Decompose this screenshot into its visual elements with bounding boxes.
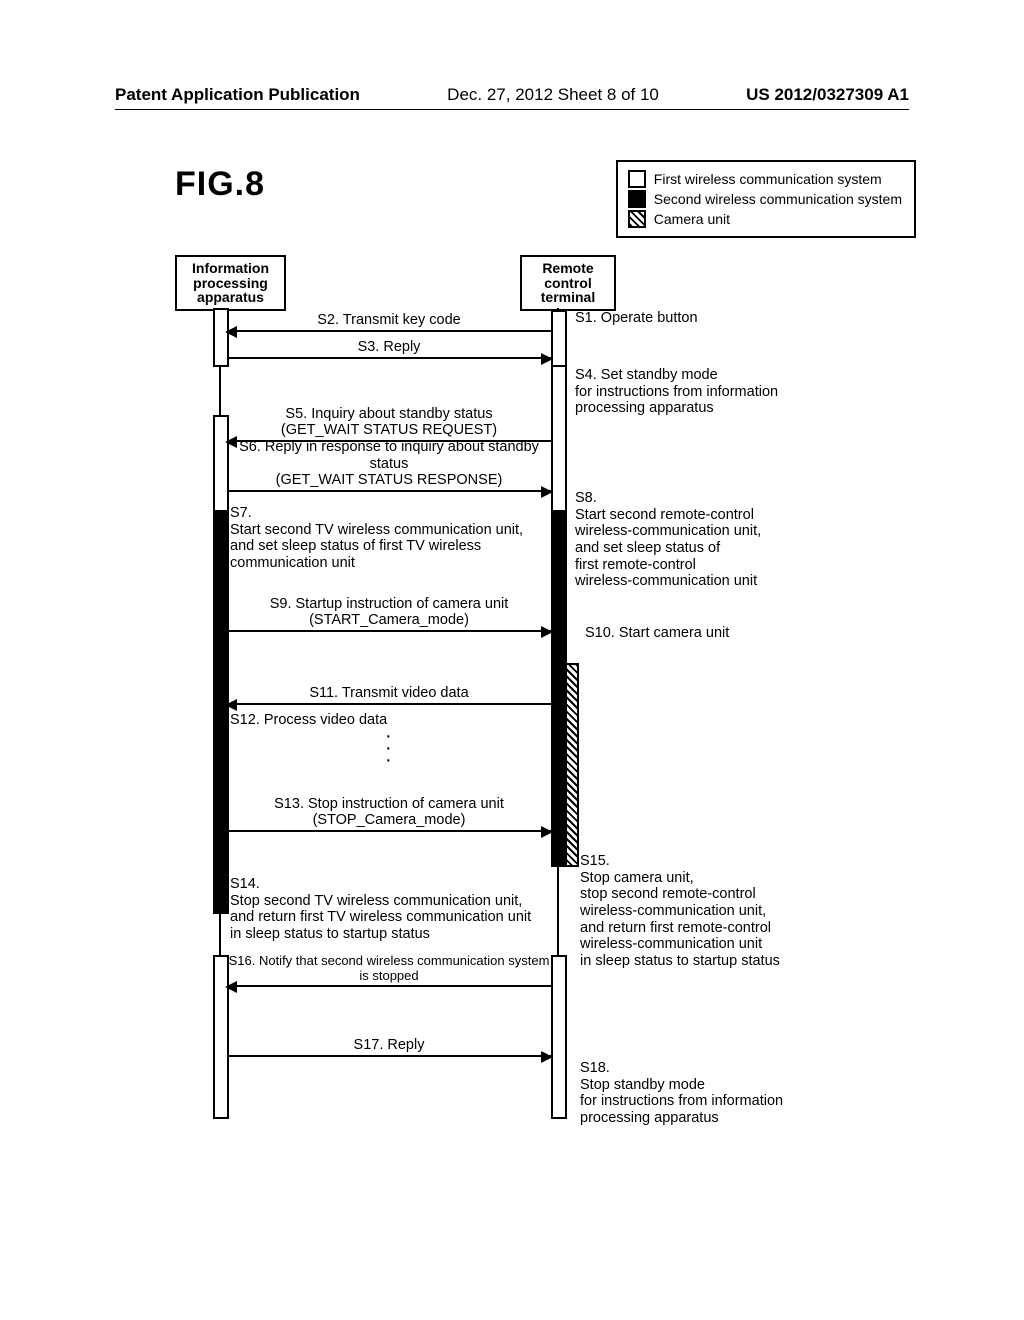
label-s11: S11. Transmit video data [227, 685, 551, 702]
bar-rct-second-2 [551, 663, 567, 867]
arrow-s3: S3. Reply [227, 357, 551, 359]
arrow-s11: S11. Transmit video data [227, 703, 551, 705]
note-s18: S18. Stop standby mode for instructions … [580, 1060, 830, 1127]
label-s6: S6. Reply in response to inquiry about s… [227, 439, 551, 489]
arrow-s17: S17. Reply [227, 1055, 551, 1057]
label-s16: S16. Notify that second wireless communi… [227, 954, 551, 984]
ellipsis-dots: ··· [385, 730, 392, 766]
legend-swatch-first [628, 170, 646, 188]
arrow-s13: S13. Stop instruction of camera unit (ST… [227, 830, 551, 832]
legend-second: Second wireless communication system [628, 190, 902, 208]
figure-label: FIG.8 [175, 165, 265, 204]
arrow-s9: S9. Startup instruction of camera unit (… [227, 630, 551, 632]
label-s5: S5. Inquiry about standby status (GET_WA… [227, 406, 551, 439]
legend-label-second: Second wireless communication system [654, 191, 902, 207]
note-s14: S14. Stop second TV wireless communicati… [230, 876, 560, 943]
arrow-s16: S16. Notify that second wireless communi… [227, 985, 551, 987]
arrow-s6: S6. Reply in response to inquiry about s… [227, 490, 551, 492]
label-s2: S2. Transmit key code [227, 312, 551, 329]
note-s7: S7. Start second TV wireless communicati… [230, 505, 580, 572]
legend-box: First wireless communication system Seco… [616, 160, 916, 238]
legend-camera: Camera unit [628, 210, 902, 228]
note-s10: S10. Start camera unit [585, 625, 729, 642]
legend-swatch-second [628, 190, 646, 208]
legend-label-camera: Camera unit [654, 211, 730, 227]
bar-rct-first-2 [551, 365, 567, 514]
label-s13: S13. Stop instruction of camera unit (ST… [227, 796, 551, 829]
bar-rct-first-1 [551, 310, 567, 369]
page-header: Patent Application Publication Dec. 27, … [115, 85, 909, 110]
note-s12: S12. Process video data [230, 712, 387, 729]
note-s1: S1. Operate button [575, 310, 698, 327]
header-center: Dec. 27, 2012 Sheet 8 of 10 [447, 85, 659, 105]
arrow-s2: S2. Transmit key code [227, 330, 551, 332]
bar-rct-first-3 [551, 955, 567, 1119]
label-s17: S17. Reply [227, 1037, 551, 1054]
label-s9: S9. Startup instruction of camera unit (… [227, 596, 551, 629]
label-s3: S3. Reply [227, 339, 551, 356]
note-s8: S8. Start second remote-control wireless… [575, 490, 815, 590]
header-right: US 2012/0327309 A1 [746, 85, 909, 105]
bar-ipa-second [213, 510, 229, 914]
header-left: Patent Application Publication [115, 85, 360, 105]
legend-label-first: First wireless communication system [654, 171, 882, 187]
actor-information-processing-apparatus: Information processing apparatus [175, 255, 286, 311]
note-s4: S4. Set standby mode for instructions fr… [575, 367, 835, 417]
actor-remote-control-terminal: Remote control terminal [520, 255, 616, 311]
legend-swatch-camera [628, 210, 646, 228]
patent-page: Patent Application Publication Dec. 27, … [0, 0, 1024, 1320]
note-s15: S15. Stop camera unit, stop second remot… [580, 853, 840, 970]
legend-first: First wireless communication system [628, 170, 902, 188]
